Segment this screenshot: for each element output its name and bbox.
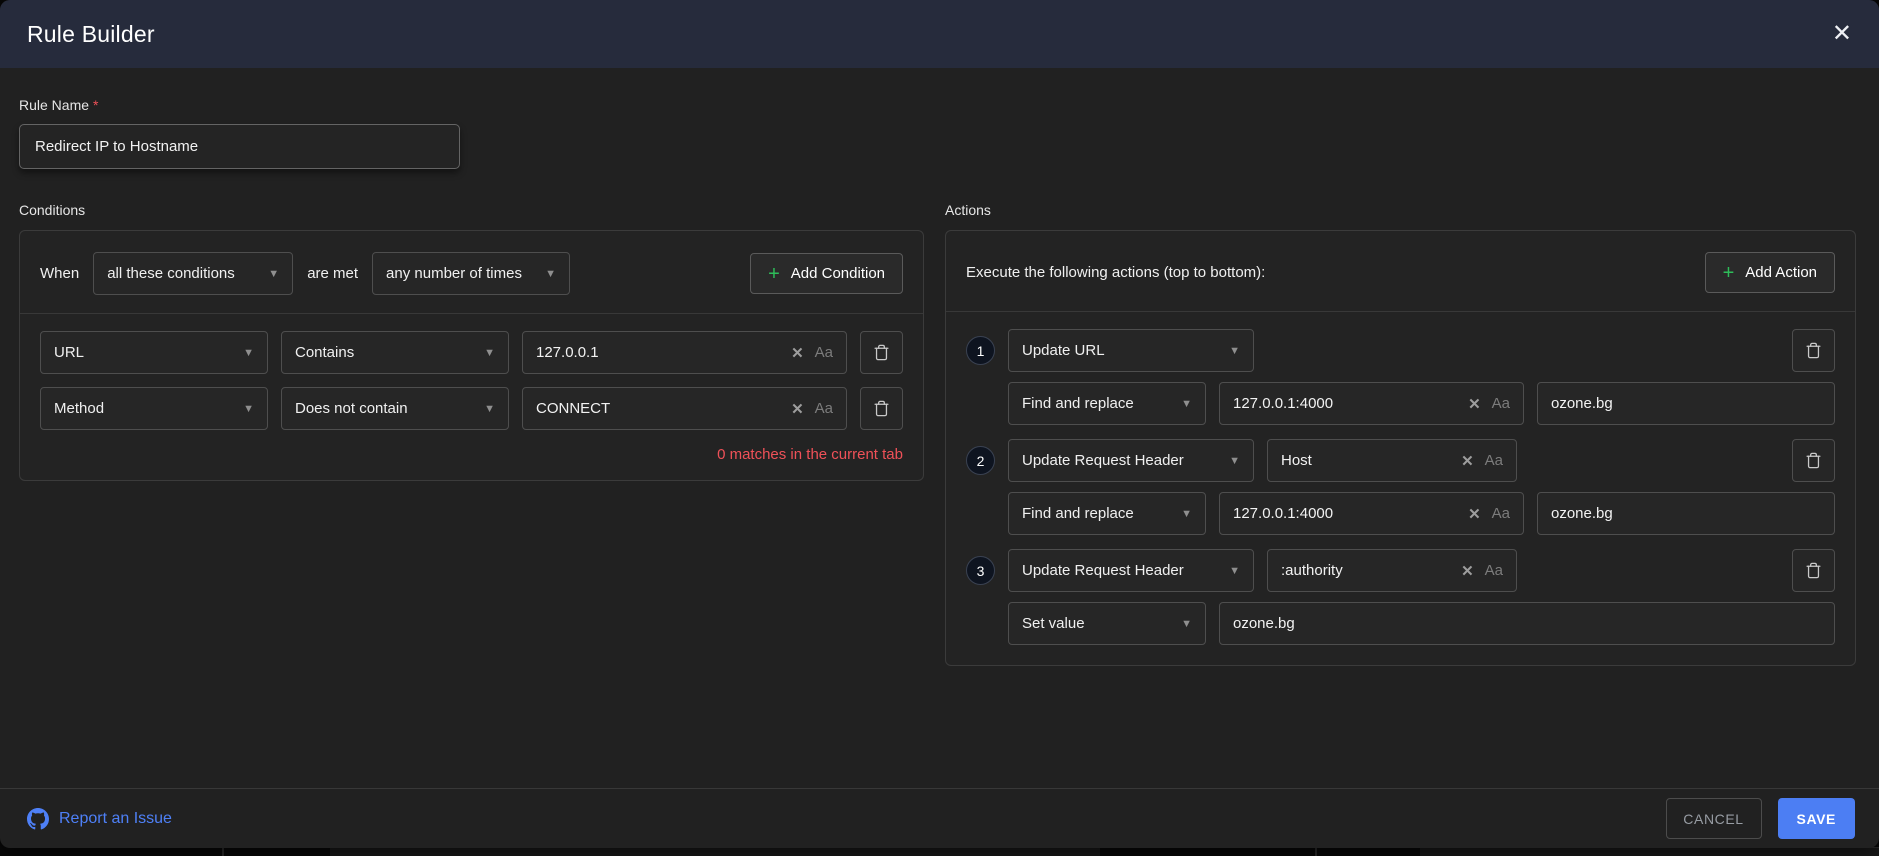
- action-find-field: ✕ Aa: [1219, 492, 1524, 535]
- are-met-label: are met: [307, 265, 358, 282]
- action-header-name-field: ✕ Aa: [1267, 439, 1517, 482]
- action-replace-field: [1537, 492, 1835, 535]
- case-sensitivity-icon[interactable]: Aa: [1485, 562, 1503, 579]
- cancel-button[interactable]: CANCEL: [1666, 798, 1762, 839]
- github-icon: [27, 808, 49, 830]
- action-replace-input[interactable]: [1551, 395, 1821, 412]
- action-type-select[interactable]: Update URL ▼: [1008, 329, 1254, 372]
- case-sensitivity-icon[interactable]: Aa: [1492, 505, 1510, 522]
- condition-value-input[interactable]: [536, 400, 780, 417]
- chevron-down-icon: ▼: [243, 403, 254, 415]
- trash-icon: [873, 344, 890, 361]
- action-item: 2 Update Request Header ▼ ✕ Aa: [966, 439, 1835, 535]
- plus-icon: +: [768, 264, 780, 284]
- case-sensitivity-icon[interactable]: Aa: [815, 400, 833, 417]
- rule-name-label: Rule Name*: [19, 97, 1856, 113]
- rule-name-input[interactable]: [19, 124, 460, 169]
- rule-builder-dialog: Rule Builder ✕ Rule Name* Conditions Whe…: [0, 0, 1879, 848]
- clear-input-icon[interactable]: ✕: [791, 344, 804, 362]
- action-item: 3 Update Request Header ▼ ✕ Aa: [966, 549, 1835, 645]
- actions-section-label: Actions: [945, 202, 1856, 218]
- delete-condition-button[interactable]: [860, 331, 903, 374]
- chevron-down-icon: ▼: [484, 403, 495, 415]
- chevron-down-icon: ▼: [1229, 565, 1240, 577]
- action-item: 1 Update URL ▼: [966, 329, 1835, 425]
- action-find-input[interactable]: [1233, 505, 1457, 522]
- save-button[interactable]: SAVE: [1778, 798, 1856, 839]
- condition-row: URL ▼ Contains ▼ ✕ Aa: [40, 331, 903, 374]
- trash-icon: [1805, 562, 1822, 579]
- chevron-down-icon: ▼: [1229, 345, 1240, 357]
- conditions-section-label: Conditions: [19, 202, 924, 218]
- plus-icon: +: [1723, 263, 1735, 283]
- condition-field-select[interactable]: URL ▼: [40, 331, 268, 374]
- action-value-input[interactable]: [1233, 615, 1821, 632]
- chevron-down-icon: ▼: [545, 268, 556, 280]
- close-icon[interactable]: ✕: [1832, 22, 1852, 46]
- background-table-panel: [330, 847, 1100, 856]
- condition-field-select[interactable]: Method ▼: [40, 387, 268, 430]
- case-sensitivity-icon[interactable]: Aa: [1485, 452, 1503, 469]
- dialog-header: Rule Builder ✕: [0, 0, 1879, 68]
- action-number-badge: 1: [966, 336, 995, 365]
- dialog-title: Rule Builder: [27, 21, 155, 48]
- condition-value-input[interactable]: [536, 344, 780, 361]
- add-condition-button[interactable]: + Add Condition: [750, 253, 903, 294]
- chevron-down-icon: ▼: [1181, 508, 1192, 520]
- actions-panel: Execute the following actions (top to bo…: [945, 230, 1856, 666]
- report-issue-link[interactable]: Report an Issue: [27, 808, 172, 830]
- condition-value-field: ✕ Aa: [522, 387, 847, 430]
- action-header-name-field: ✕ Aa: [1267, 549, 1517, 592]
- condition-match-type-select[interactable]: all these conditions ▼: [93, 252, 293, 295]
- trash-icon: [1805, 452, 1822, 469]
- action-mode-select[interactable]: Set value ▼: [1008, 602, 1206, 645]
- action-type-select[interactable]: Update Request Header ▼: [1008, 439, 1254, 482]
- clear-input-icon[interactable]: ✕: [1468, 505, 1481, 523]
- condition-operator-select[interactable]: Contains ▼: [281, 331, 509, 374]
- action-find-input[interactable]: [1233, 395, 1457, 412]
- clear-input-icon[interactable]: ✕: [1468, 395, 1481, 413]
- delete-action-button[interactable]: [1792, 439, 1835, 482]
- trash-icon: [1805, 342, 1822, 359]
- chevron-down-icon: ▼: [1181, 398, 1192, 410]
- case-sensitivity-icon[interactable]: Aa: [815, 344, 833, 361]
- conditions-panel: When all these conditions ▼ are met any …: [19, 230, 924, 481]
- actions-description: Execute the following actions (top to bo…: [966, 264, 1265, 281]
- clear-input-icon[interactable]: ✕: [791, 400, 804, 418]
- match-status-text: 0 matches in the current tab: [20, 430, 923, 480]
- action-header-name-input[interactable]: [1281, 562, 1450, 579]
- chevron-down-icon: ▼: [1181, 618, 1192, 630]
- clear-input-icon[interactable]: ✕: [1461, 452, 1474, 470]
- action-value-field: [1219, 602, 1835, 645]
- action-mode-select[interactable]: Find and replace ▼: [1008, 492, 1206, 535]
- dialog-body: Rule Name* Conditions When all these con…: [0, 68, 1879, 788]
- chevron-down-icon: ▼: [1229, 455, 1240, 467]
- dialog-footer: Report an Issue CANCEL SAVE: [0, 788, 1879, 848]
- action-find-field: ✕ Aa: [1219, 382, 1524, 425]
- clear-input-icon[interactable]: ✕: [1461, 562, 1474, 580]
- action-type-select[interactable]: Update Request Header ▼: [1008, 549, 1254, 592]
- condition-operator-select[interactable]: Does not contain ▼: [281, 387, 509, 430]
- condition-frequency-select[interactable]: any number of times ▼: [372, 252, 570, 295]
- condition-row: Method ▼ Does not contain ▼ ✕ Aa: [40, 387, 903, 430]
- delete-condition-button[interactable]: [860, 387, 903, 430]
- case-sensitivity-icon[interactable]: Aa: [1492, 395, 1510, 412]
- action-mode-select[interactable]: Find and replace ▼: [1008, 382, 1206, 425]
- required-asterisk: *: [93, 97, 98, 113]
- chevron-down-icon: ▼: [484, 347, 495, 359]
- trash-icon: [873, 400, 890, 417]
- condition-value-field: ✕ Aa: [522, 331, 847, 374]
- action-replace-field: [1537, 382, 1835, 425]
- delete-action-button[interactable]: [1792, 549, 1835, 592]
- add-action-button[interactable]: + Add Action: [1705, 252, 1835, 293]
- action-replace-input[interactable]: [1551, 505, 1821, 522]
- action-number-badge: 3: [966, 556, 995, 585]
- delete-action-button[interactable]: [1792, 329, 1835, 372]
- background-table-panel: [1420, 847, 1879, 856]
- action-header-name-input[interactable]: [1281, 452, 1450, 469]
- chevron-down-icon: ▼: [268, 268, 279, 280]
- chevron-down-icon: ▼: [243, 347, 254, 359]
- when-label: When: [40, 265, 79, 282]
- action-number-badge: 2: [966, 446, 995, 475]
